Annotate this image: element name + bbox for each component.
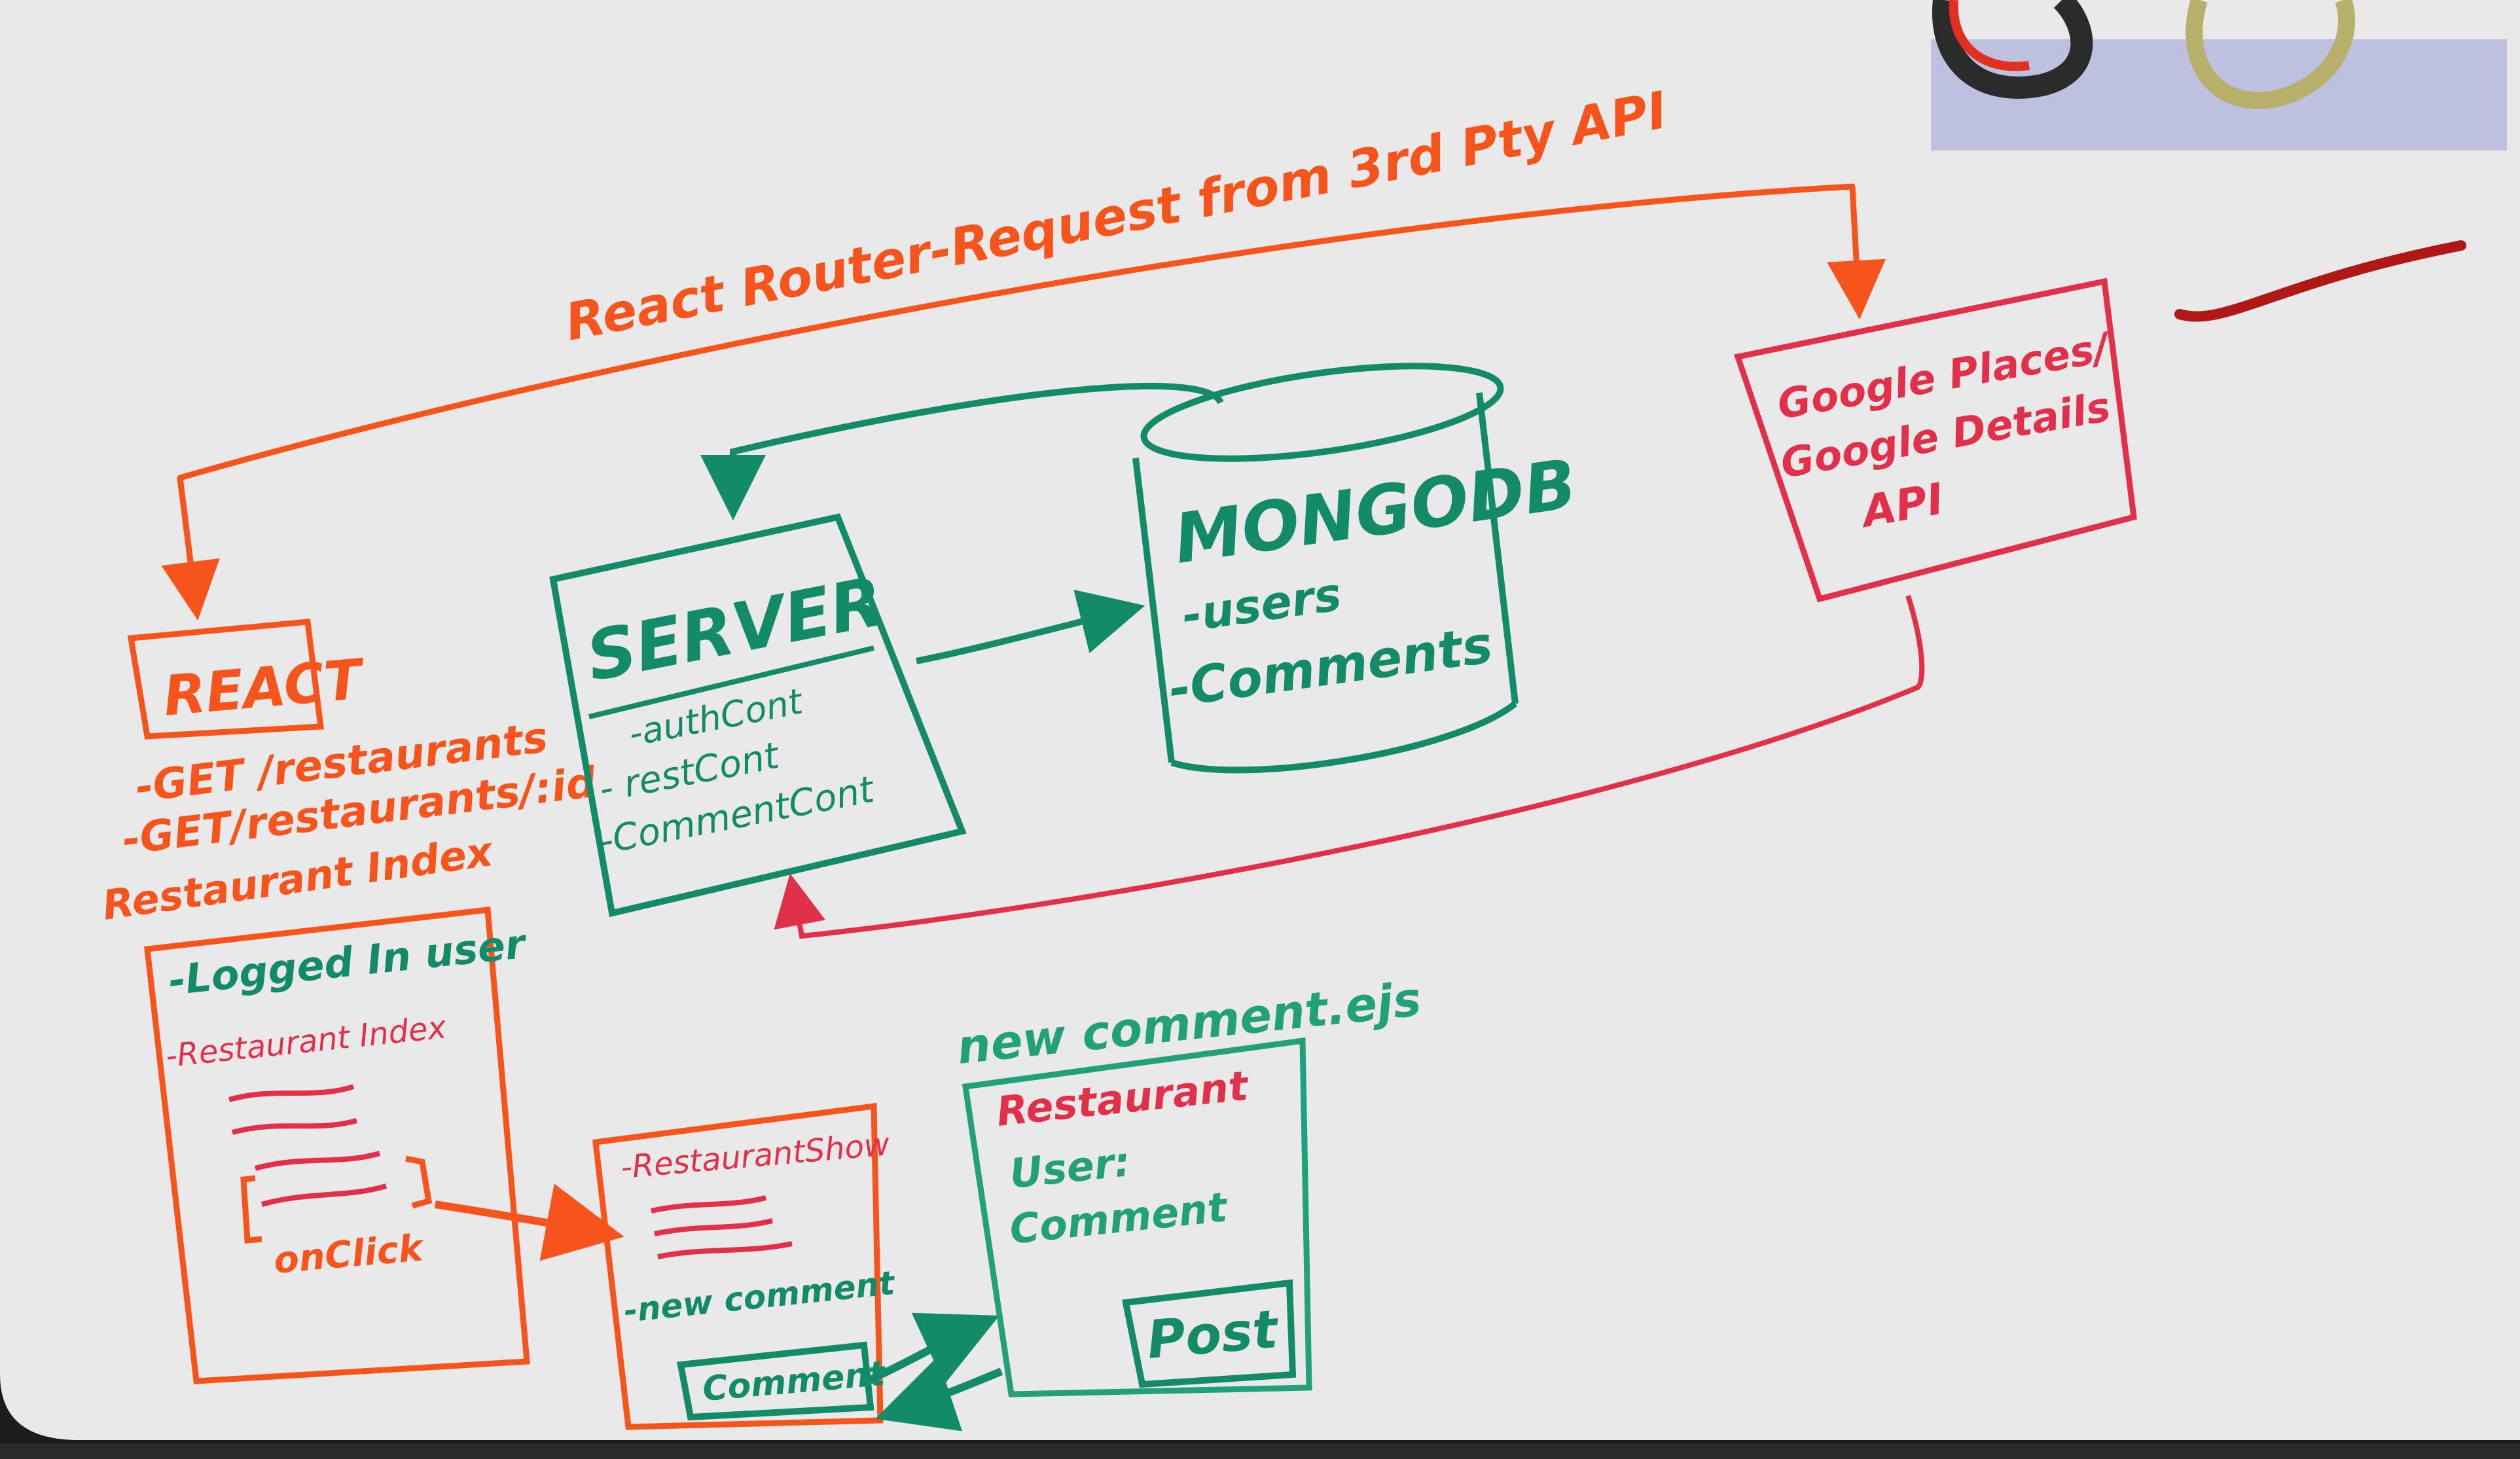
board-bottom-edge (0, 1443, 2520, 1459)
post-button-label: Post (1145, 1299, 1282, 1371)
whiteboard-diagram: React Router-Request from 3rd Pty API RE… (0, 0, 2520, 1459)
